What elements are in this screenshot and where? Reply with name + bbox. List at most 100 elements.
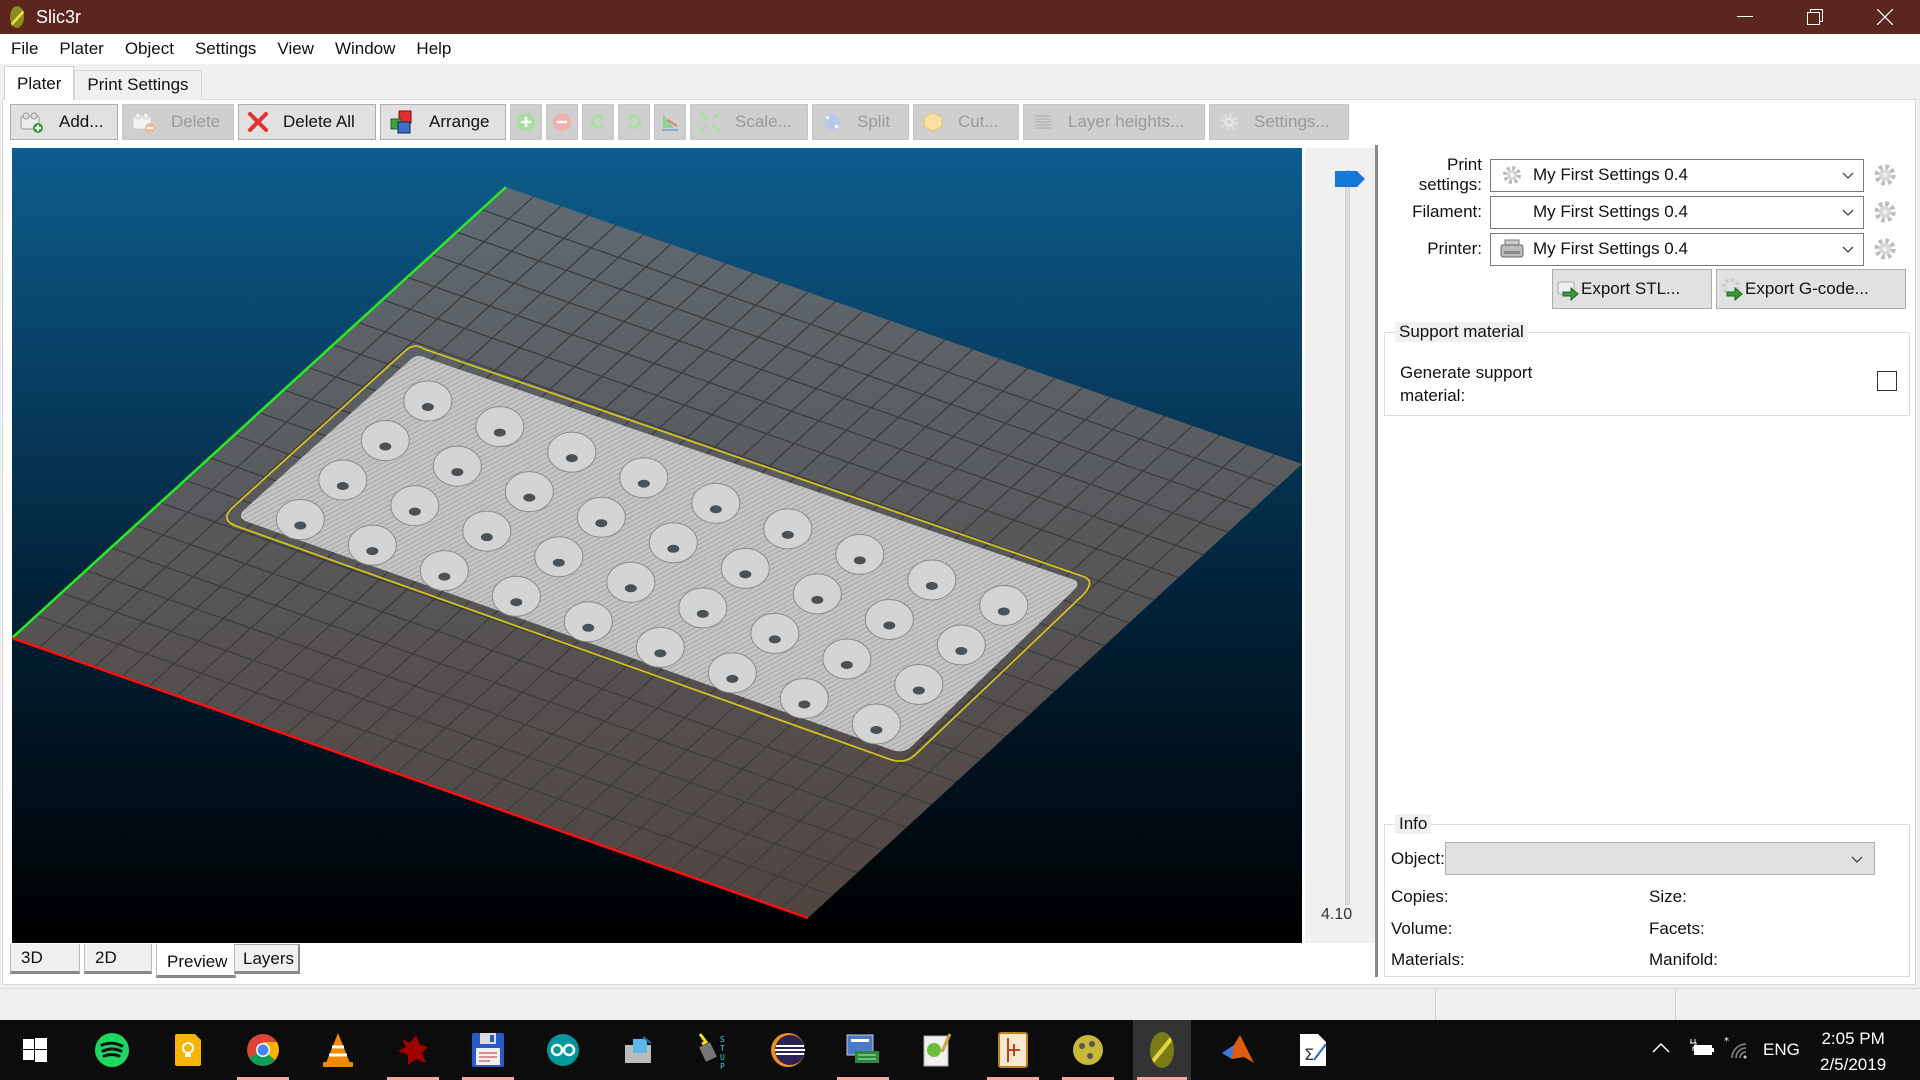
print-settings-select[interactable]: My First Settings 0.4: [1490, 158, 1864, 192]
export-stl-button[interactable]: Export STL...: [1552, 269, 1712, 309]
export-buttons: Export STL... Export G-code...: [1552, 269, 1910, 309]
delete-button[interactable]: Delete: [122, 104, 234, 140]
split-button[interactable]: Split: [812, 104, 909, 140]
object-settings-button[interactable]: Settings...: [1209, 104, 1349, 140]
eclipse-icon: [771, 1033, 805, 1067]
size-label: Size:: [1649, 887, 1687, 906]
delete-all-button[interactable]: Delete All: [238, 104, 376, 140]
taskbar-utility[interactable]: [833, 1020, 893, 1080]
taskbar-vlc[interactable]: [308, 1020, 368, 1080]
cut-button[interactable]: Cut...: [913, 104, 1019, 140]
preview-viewport[interactable]: [12, 148, 1302, 943]
tab-layers[interactable]: Layers: [234, 944, 300, 974]
gear-icon: [1220, 113, 1238, 131]
input-language[interactable]: ENG: [1763, 1040, 1800, 1060]
taskbar-red-app[interactable]: [383, 1020, 443, 1080]
chevron-down-icon: [1842, 172, 1854, 179]
tab-3d[interactable]: 3D: [10, 944, 80, 974]
layer-heights-label: Layer heights...: [1068, 112, 1185, 131]
menu-window[interactable]: Window: [324, 39, 405, 59]
object-bump: [360, 420, 410, 462]
taskbar-ball-app[interactable]: [1058, 1020, 1118, 1080]
object-bump: [678, 587, 728, 629]
printer-select[interactable]: My First Settings 0.4: [1490, 232, 1864, 266]
menu-file[interactable]: File: [0, 39, 48, 59]
show-hidden-icons-button[interactable]: [1652, 1042, 1670, 1054]
printer-value: My First Settings 0.4: [1533, 239, 1688, 258]
taskbar-slic3r[interactable]: [1133, 1020, 1191, 1080]
object-hole: [595, 519, 608, 528]
object-hole: [726, 674, 739, 683]
rotate-right-button[interactable]: [618, 104, 650, 140]
taskbar-eclipse[interactable]: [758, 1020, 818, 1080]
menu-view[interactable]: View: [266, 39, 324, 59]
taskbar-arduino[interactable]: [533, 1020, 593, 1080]
rotate-left-button[interactable]: [582, 104, 614, 140]
taskbar-spotify[interactable]: [82, 1020, 142, 1080]
object-hole: [480, 533, 493, 542]
tab-plater[interactable]: Plater: [4, 66, 75, 100]
print-gear-icon: [1503, 166, 1521, 184]
print-settings-gear-icon[interactable]: [1872, 162, 1898, 188]
object-bump: [779, 677, 829, 719]
taskbar-keep[interactable]: [158, 1020, 218, 1080]
object-bump: [534, 536, 584, 578]
add-button[interactable]: Add...: [10, 104, 118, 140]
taskbar-notepad-pp[interactable]: [908, 1020, 968, 1080]
print-settings-label: Print settings:: [1418, 155, 1482, 194]
taskbar-floppy[interactable]: [458, 1020, 518, 1080]
cut-box-icon: [923, 112, 943, 132]
slic3r-icon: [1150, 1032, 1174, 1068]
decrease-copies-button[interactable]: [546, 104, 578, 140]
close-button[interactable]: [1850, 0, 1920, 34]
taskbar-circuit[interactable]: [983, 1020, 1043, 1080]
printer-gear-icon[interactable]: [1872, 236, 1898, 262]
chevron-down-icon: [1842, 209, 1854, 216]
layer-slider-track[interactable]: [1345, 170, 1350, 905]
manifold-label: Manifold:: [1649, 950, 1718, 969]
info-title: Info: [1395, 814, 1432, 834]
system-clock[interactable]: 2:05 PM 2/5/2019: [1820, 1026, 1886, 1078]
tab-print-settings[interactable]: Print Settings: [74, 70, 202, 100]
arrange-button[interactable]: Arrange: [380, 104, 506, 140]
mirror-button[interactable]: [654, 104, 686, 140]
preview-canvas[interactable]: [12, 148, 1302, 943]
taskbar-matlab[interactable]: [1208, 1020, 1268, 1080]
layers-icon: [1035, 115, 1051, 129]
plater-toolbar: Add... Delete Delete All Arrange Scale..…: [10, 104, 1353, 140]
object-bump: [691, 482, 741, 524]
taskbar-stup-app[interactable]: STUP: [683, 1020, 743, 1080]
object-hole: [925, 581, 938, 590]
menu-bar: File Plater Object Settings View Window …: [0, 34, 1920, 64]
layer-slider-thumb[interactable]: [1335, 171, 1365, 187]
tab-2d[interactable]: 2D: [84, 944, 152, 974]
taskbar-math-editor[interactable]: Σ: [1283, 1020, 1343, 1080]
object-bump: [894, 664, 944, 706]
menu-settings[interactable]: Settings: [184, 39, 266, 59]
increase-copies-button[interactable]: [510, 104, 542, 140]
export-gcode-button[interactable]: Export G-code...: [1716, 269, 1906, 309]
svg-text:T: T: [720, 1044, 725, 1053]
tab-preview[interactable]: Preview: [156, 944, 236, 978]
export-stl-label: Export STL...: [1581, 279, 1681, 298]
object-hole: [853, 556, 866, 565]
utility-app-icon: [846, 1034, 879, 1063]
start-button[interactable]: [5, 1020, 65, 1080]
menu-help[interactable]: Help: [405, 39, 461, 59]
filament-gear-icon[interactable]: [1872, 199, 1898, 225]
settings-sidebar: Print settings: My First Settings 0.4 Fi…: [1380, 148, 1914, 978]
scale-button[interactable]: Scale...: [690, 104, 808, 140]
object-select[interactable]: [1444, 842, 1875, 875]
taskbar-chrome[interactable]: [233, 1020, 293, 1080]
taskbar-tool-app[interactable]: [608, 1020, 668, 1080]
wifi-icon[interactable]: *: [1724, 1036, 1748, 1060]
menu-object[interactable]: Object: [114, 39, 184, 59]
generate-support-checkbox[interactable]: [1877, 371, 1897, 391]
minimize-button[interactable]: [1710, 0, 1780, 34]
menu-plater[interactable]: Plater: [48, 39, 113, 59]
restore-button[interactable]: [1780, 0, 1850, 34]
layer-heights-button[interactable]: Layer heights...: [1023, 104, 1205, 140]
filament-select[interactable]: My First Settings 0.4: [1490, 195, 1864, 229]
battery-icon[interactable]: [1688, 1039, 1714, 1057]
object-bump: [635, 626, 685, 668]
